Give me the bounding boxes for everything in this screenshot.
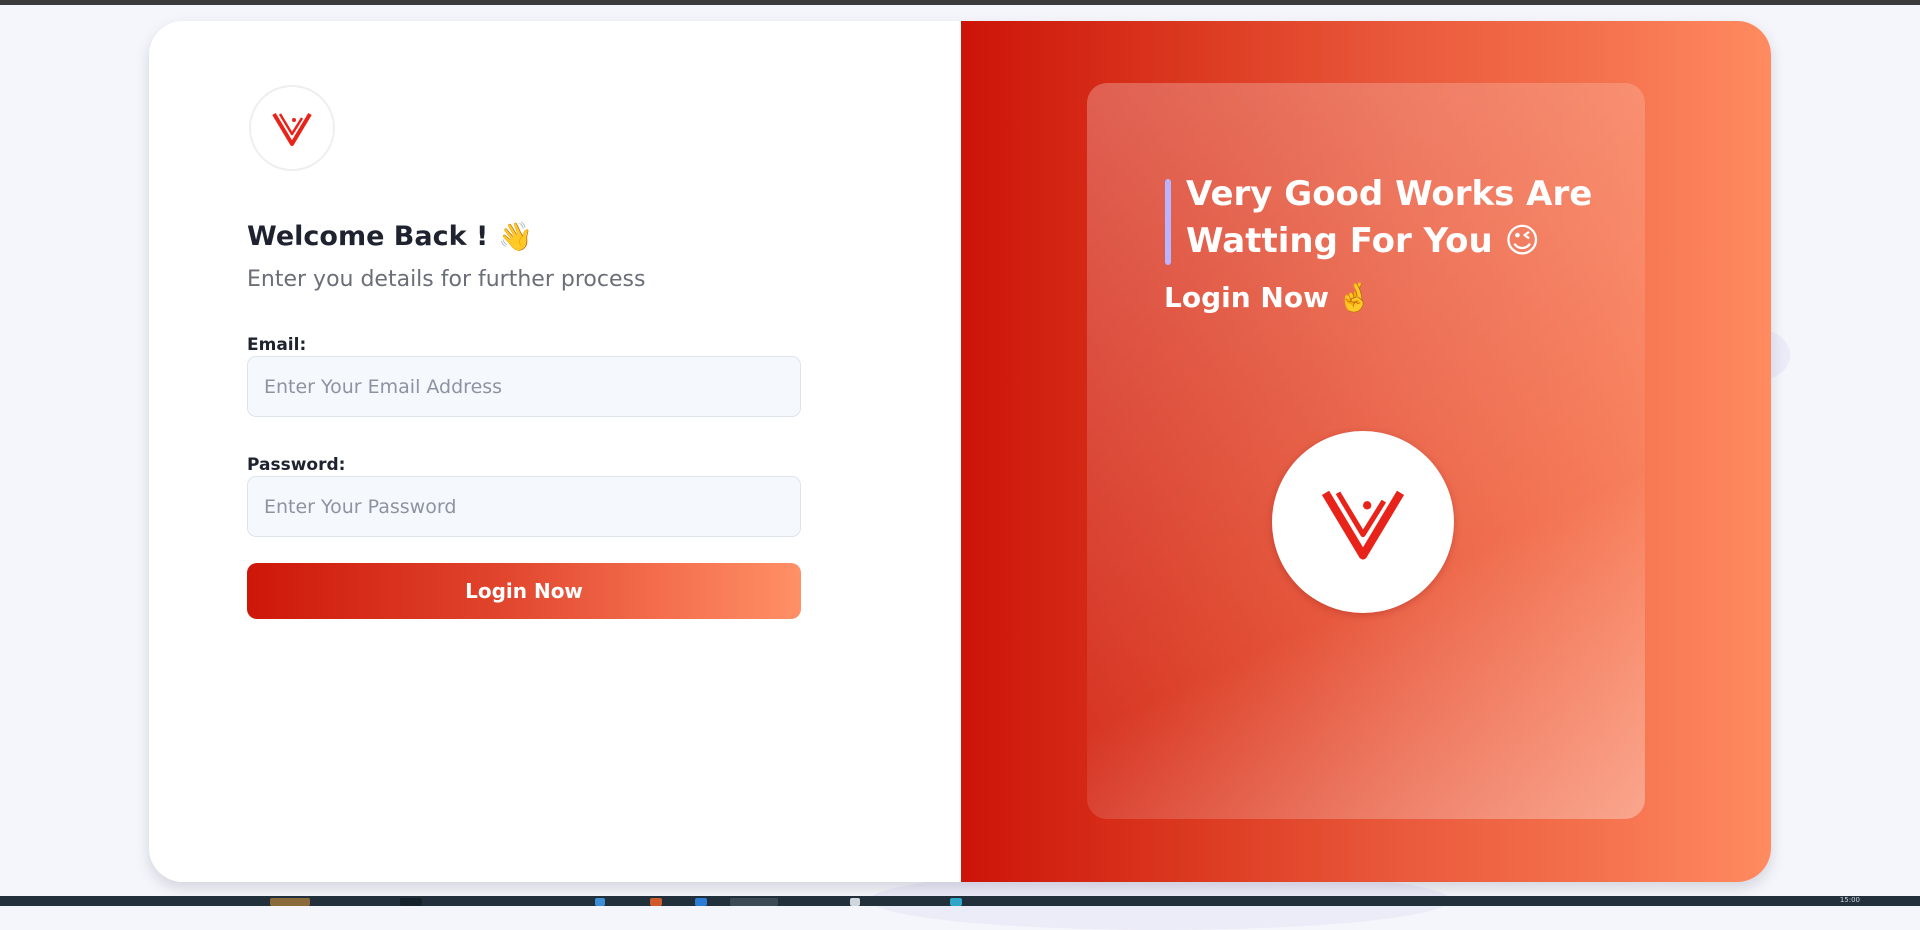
taskbar-app-icon[interactable] <box>595 898 605 906</box>
waving-hand-icon: 👋 <box>498 219 534 253</box>
taskbar-app-icon[interactable] <box>695 898 707 906</box>
v-brand-logo-icon <box>1321 490 1405 560</box>
password-field[interactable] <box>247 476 801 537</box>
taskbar-app-icon-active[interactable] <box>730 898 778 906</box>
window-top-strip <box>0 0 1920 5</box>
taskbar-app-icon[interactable] <box>950 898 962 906</box>
login-card: Welcome Back ! 👋 Enter you details for f… <box>149 21 1771 882</box>
os-taskbar: 15:00 <box>0 896 1920 906</box>
promo-glass-card: Very Good Works Are Watting For You 😉 Lo… <box>1087 83 1645 819</box>
taskbar-app-icon[interactable] <box>850 898 860 906</box>
subtitle: Enter you details for further process <box>247 267 646 292</box>
brand-logo <box>249 85 335 171</box>
promo-cta-label: Login Now <box>1164 281 1329 314</box>
quote-accent-bar <box>1165 179 1171 265</box>
taskbar-app-icon[interactable] <box>400 898 422 906</box>
login-button[interactable]: Login Now <box>247 563 801 619</box>
taskbar-clock[interactable]: 15:00 <box>1840 896 1860 904</box>
email-field[interactable] <box>247 356 801 417</box>
promo-brand-logo <box>1272 431 1454 613</box>
promo-panel: Very Good Works Are Watting For You 😉 Lo… <box>961 21 1771 882</box>
login-form-panel: Welcome Back ! 👋 Enter you details for f… <box>149 21 961 882</box>
password-label: Password: <box>247 455 346 475</box>
taskbar-app-icon[interactable] <box>270 898 310 906</box>
welcome-heading: Welcome Back ! <box>247 221 489 252</box>
taskbar-app-icon[interactable] <box>650 898 662 906</box>
page-title: Welcome Back ! 👋 <box>247 221 533 252</box>
promo-cta: Login Now 🤞 <box>1164 281 1372 314</box>
email-label: Email: <box>247 335 307 355</box>
crossed-fingers-icon: 🤞 <box>1336 280 1372 314</box>
v-brand-logo-icon <box>272 112 312 146</box>
promo-quote: Very Good Works Are Watting For You 😉 <box>1186 174 1593 261</box>
